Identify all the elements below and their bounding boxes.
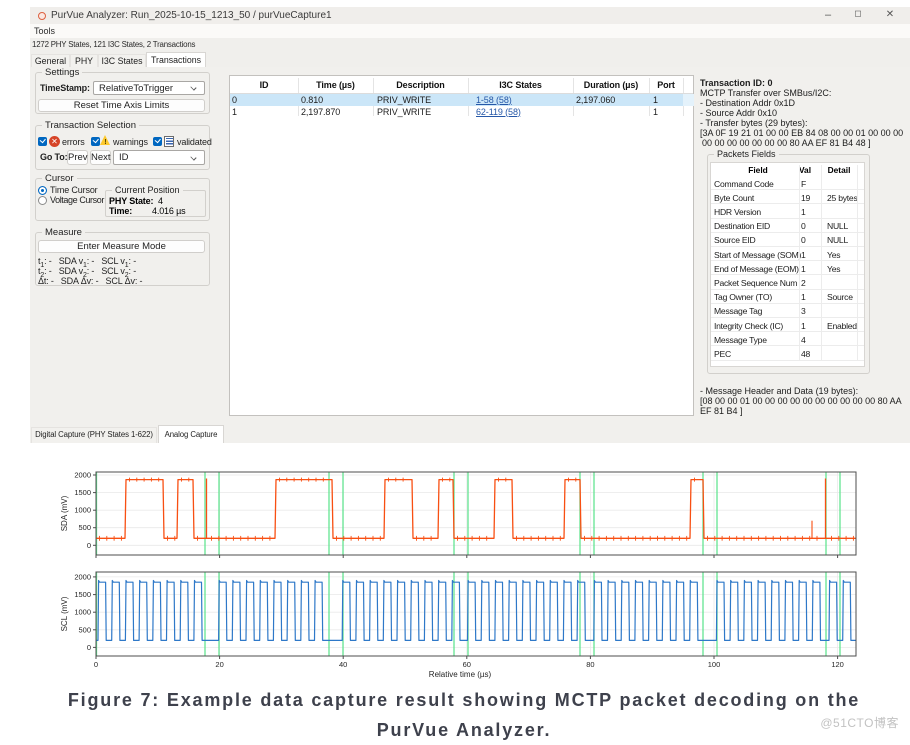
svg-text:1500: 1500 (74, 488, 91, 497)
svg-text:Relative time (µs): Relative time (µs) (429, 670, 492, 679)
svg-text:1000: 1000 (74, 506, 91, 515)
svg-text:100: 100 (708, 660, 721, 669)
svg-text:120: 120 (831, 660, 844, 669)
svg-text:20: 20 (215, 660, 223, 669)
svg-text:0: 0 (87, 643, 91, 652)
svg-text:1000: 1000 (74, 608, 91, 617)
svg-text:0: 0 (87, 541, 91, 550)
svg-text:40: 40 (339, 660, 347, 669)
svg-text:1500: 1500 (74, 590, 91, 599)
svg-text:60: 60 (463, 660, 471, 669)
svg-text:0: 0 (94, 660, 98, 669)
svg-text:2000: 2000 (74, 572, 91, 581)
svg-text:80: 80 (586, 660, 594, 669)
svg-text:500: 500 (78, 625, 91, 634)
svg-text:SCL (mV): SCL (mV) (60, 596, 69, 631)
svg-text:500: 500 (78, 523, 91, 532)
svg-text:SDA (mV): SDA (mV) (60, 495, 69, 531)
svg-text:2000: 2000 (74, 471, 91, 480)
